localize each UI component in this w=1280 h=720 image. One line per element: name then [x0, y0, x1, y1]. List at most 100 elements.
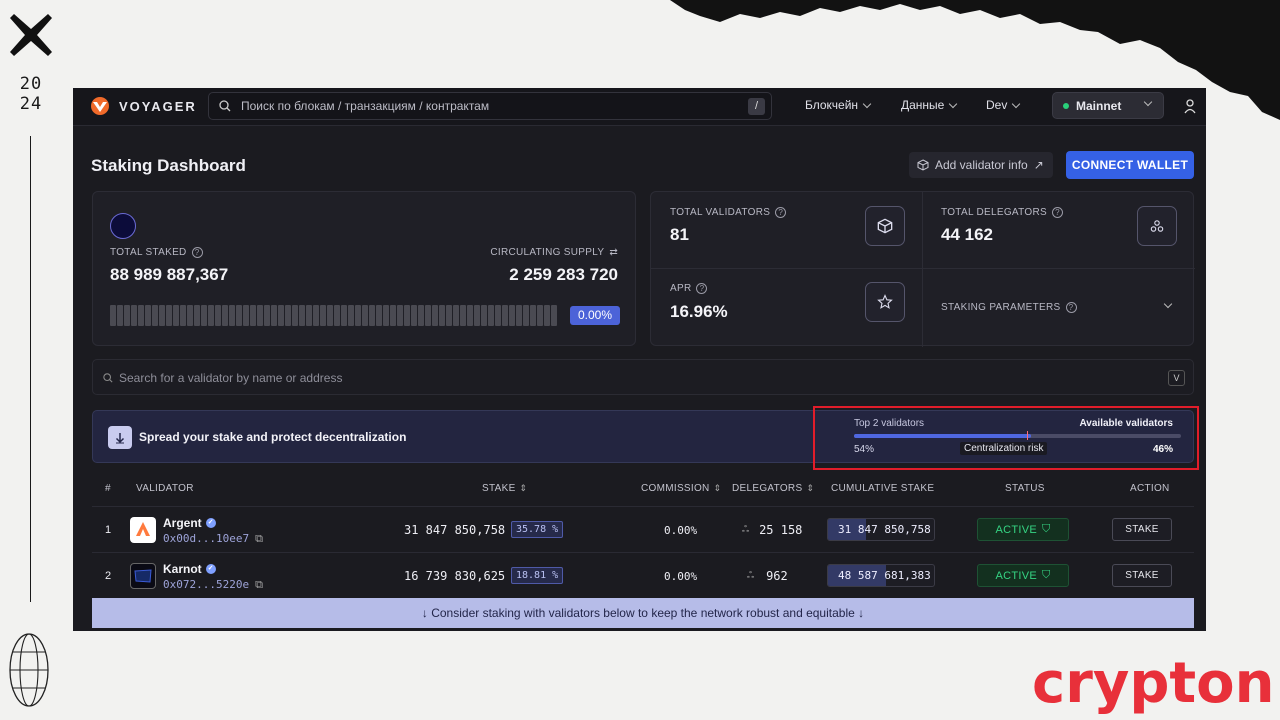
- cube-icon-box: [865, 206, 905, 246]
- sort-icon: ⇕: [806, 483, 815, 493]
- help-icon: ?: [775, 207, 787, 218]
- page-title: Staking Dashboard: [91, 156, 246, 175]
- nav-data-label: Данные: [901, 98, 945, 112]
- network-label: Mainnet: [1076, 98, 1122, 113]
- network-selector[interactable]: Mainnet: [1052, 92, 1164, 119]
- col-header-delegators[interactable]: DELEGATORS ⇕: [732, 483, 814, 494]
- frame-divider: [30, 136, 31, 602]
- argent-logo-icon: [130, 517, 156, 543]
- copy-icon: ⧉: [255, 532, 263, 545]
- col-header-commission[interactable]: COMMISSION ⇕: [641, 483, 721, 494]
- stake-share-badge: 35.78 %: [511, 521, 564, 538]
- star-icon: [877, 294, 893, 309]
- circulating-supply-value: 2 259 283 720: [509, 265, 618, 284]
- top-navbar: VOYAGER Поиск по блокам / транзакциям / …: [73, 88, 1206, 126]
- network-status-dot: [1063, 102, 1069, 109]
- cube-icon: [917, 159, 929, 171]
- chevron-down-icon: [1012, 99, 1021, 108]
- apr-value: 16.96%: [670, 302, 728, 321]
- nav-dev-label: Dev: [986, 98, 1008, 112]
- karnot-logo-icon: [130, 563, 156, 589]
- search-shortcut-key: /: [748, 98, 765, 115]
- user-icon[interactable]: [1183, 98, 1197, 114]
- staking-stats-card: TOTAL VALIDATORS? 81 TOTAL DELEGATORS? 4…: [650, 191, 1195, 347]
- col-header-status: STATUS: [1005, 483, 1045, 494]
- shield-check-icon: ⛉: [1041, 523, 1051, 535]
- total-staked-label: TOTAL STAKED?: [110, 247, 203, 258]
- stake-button[interactable]: STAKE: [1112, 518, 1172, 541]
- nav-blockchain-label: Блокчейн: [805, 98, 859, 112]
- col-header-action: ACTION: [1130, 483, 1170, 494]
- year-label: 20 24: [19, 74, 43, 114]
- voyager-logo[interactable]: VOYAGER: [89, 96, 197, 116]
- total-staked-card: TOTAL STAKED? 88 989 887,367 CIRCULATING…: [92, 191, 636, 346]
- col-header-stake[interactable]: STAKE ⇕: [482, 483, 527, 494]
- validator-search-input[interactable]: Search for a validator by name or addres…: [92, 359, 1194, 395]
- validator-name[interactable]: Argent ✓: [163, 516, 216, 530]
- status-badge: ACTIVE ⛉: [977, 518, 1069, 541]
- commission-value: 0.00%: [664, 524, 698, 537]
- users-icon-box: [1137, 206, 1177, 246]
- x-logo-icon: [10, 14, 52, 56]
- row-index: 2: [105, 570, 112, 582]
- delegators-count: ஃ 25 158: [742, 523, 803, 537]
- total-validators-value: 81: [670, 225, 689, 244]
- search-icon: [103, 373, 113, 383]
- nav-blockchain-menu[interactable]: Блокчейн: [805, 98, 872, 112]
- verified-badge-icon: ✓: [205, 564, 216, 574]
- external-link-icon: ↗: [1033, 158, 1044, 172]
- cumulative-stake-value: 31 847 850,758: [838, 523, 931, 536]
- swap-icon[interactable]: ⇄: [609, 247, 618, 258]
- validator-name[interactable]: Karnot ✓: [163, 562, 216, 576]
- svg-text:crypton: crypton: [1032, 651, 1275, 716]
- chevron-down-icon: [1143, 97, 1153, 107]
- add-validator-label: Add validator info: [935, 158, 1028, 172]
- voyager-logo-icon: [91, 97, 109, 115]
- table-row[interactable]: 2 Karnot ✓ 0x072...5220e ⧉ 16 739 830,625 …: [92, 552, 1194, 598]
- help-icon: ?: [696, 283, 708, 294]
- highlight-annotation-box: [813, 406, 1199, 470]
- status-badge: ACTIVE ⛉: [977, 564, 1069, 587]
- crypton-brand-logo: crypton: [1032, 651, 1275, 716]
- stake-share-badge: 18.81 %: [511, 567, 564, 584]
- total-staked-value: 88 989 887,367: [110, 265, 229, 284]
- commission-value: 0.00%: [664, 570, 698, 583]
- col-header-validator: VALIDATOR: [136, 483, 194, 494]
- sort-icon: ⇕: [519, 483, 528, 493]
- stake-value: 31 847 850,758: [404, 523, 506, 537]
- validator-search-placeholder: Search for a validator by name or addres…: [119, 371, 343, 385]
- chevron-down-icon[interactable]: [1163, 299, 1173, 309]
- logo-text: VOYAGER: [119, 98, 197, 114]
- voyager-app-window: VOYAGER Поиск по блокам / транзакциям / …: [73, 88, 1206, 631]
- arrow-down-icon: [108, 426, 132, 449]
- sort-icon: ⇕: [713, 483, 722, 493]
- shield-check-icon: ⛉: [1041, 569, 1051, 581]
- circulating-supply-label: CIRCULATING SUPPLY ⇄: [490, 247, 618, 258]
- total-delegators-value: 44 162: [941, 225, 993, 244]
- table-row[interactable]: 1 Argent ✓ 0x00d...10ee7 ⧉ 31 847 850,758 …: [92, 506, 1194, 552]
- copy-icon: ⧉: [255, 578, 263, 591]
- users-icon: [1150, 220, 1164, 232]
- nav-data-menu[interactable]: Данные: [901, 98, 958, 112]
- col-header-index: #: [105, 483, 111, 494]
- stake-value: 16 739 830,625: [404, 569, 506, 583]
- users-icon: ஃ: [742, 524, 750, 534]
- total-validators-label: TOTAL VALIDATORS?: [670, 207, 787, 218]
- validator-search-shortcut: V: [1168, 370, 1185, 386]
- star-icon-box: [865, 282, 905, 322]
- chevron-down-icon: [949, 99, 958, 108]
- cumulative-stake-bar: 48 587 681,383: [827, 564, 935, 587]
- search-icon: [219, 100, 231, 112]
- stake-button[interactable]: STAKE: [1112, 564, 1172, 587]
- cumulative-stake-value: 48 587 681,383: [838, 569, 931, 582]
- nav-dev-menu[interactable]: Dev: [986, 98, 1021, 112]
- globe-icon: [9, 633, 49, 707]
- global-search-input[interactable]: Поиск по блокам / транзакциям / контракт…: [208, 92, 772, 120]
- validator-address[interactable]: 0x072...5220e ⧉: [163, 578, 263, 592]
- validator-address[interactable]: 0x00d...10ee7 ⧉: [163, 532, 263, 546]
- staking-parameters-toggle[interactable]: STAKING PARAMETERS?: [941, 302, 1077, 313]
- add-validator-info-button[interactable]: Add validator info ↗: [909, 152, 1053, 178]
- staked-progress-bar: [110, 305, 557, 326]
- delegators-count: ஃ 962: [747, 569, 788, 583]
- connect-wallet-button[interactable]: CONNECT WALLET: [1066, 151, 1194, 179]
